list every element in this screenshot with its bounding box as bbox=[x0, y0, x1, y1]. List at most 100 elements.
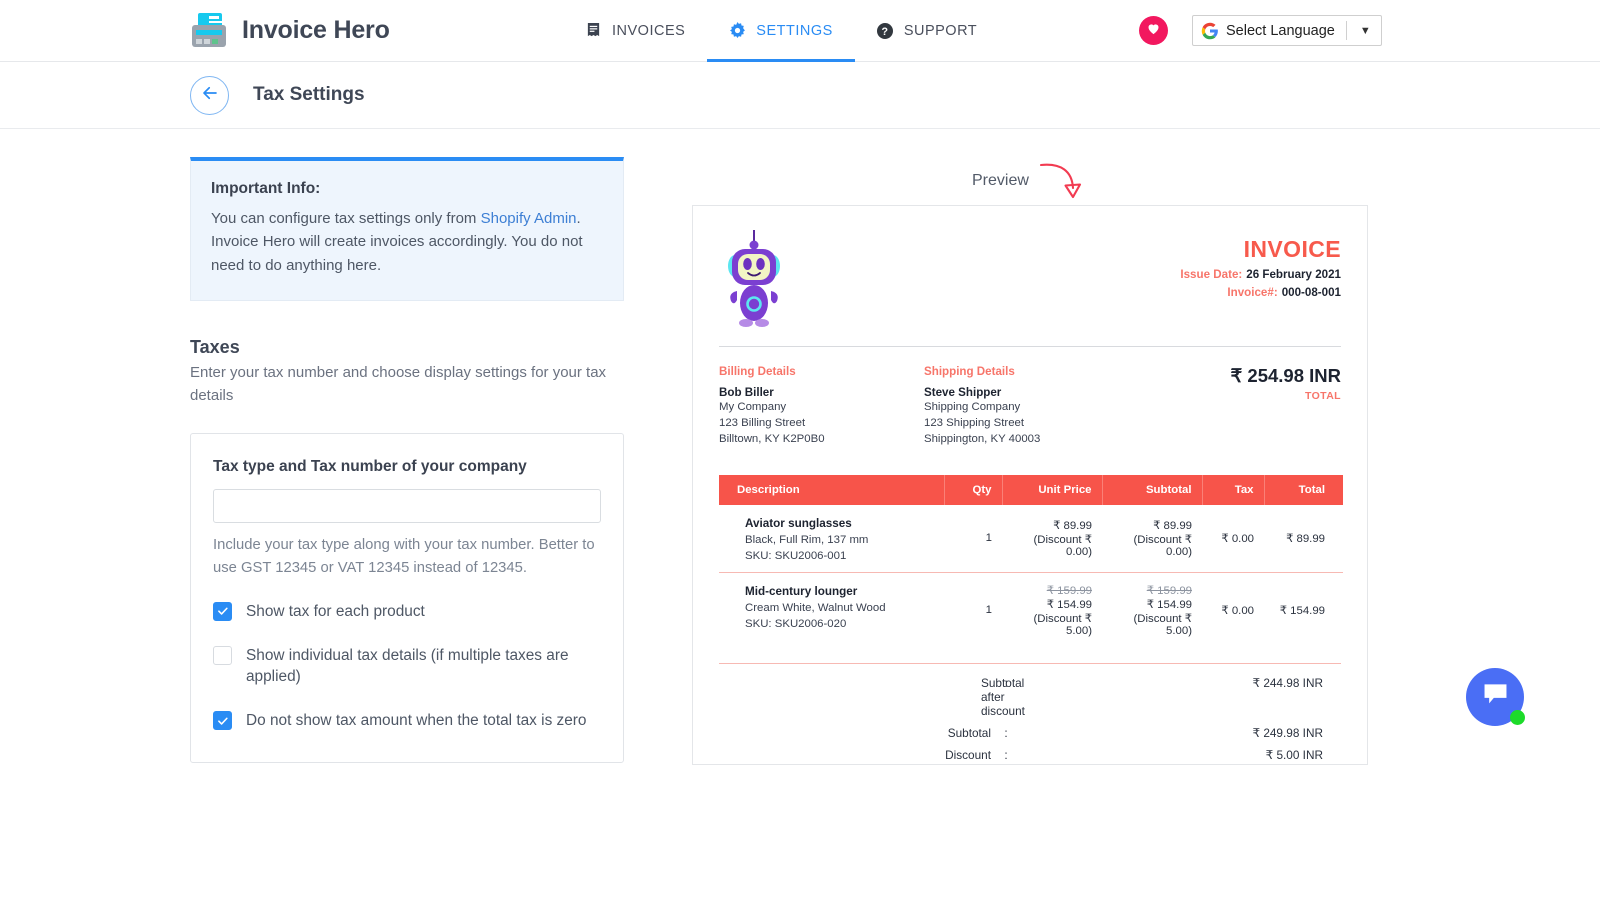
line-item-unit-price: ₹ 89.99 bbox=[1053, 520, 1092, 533]
shipping-city: Shippington, KY 40003 bbox=[924, 433, 1041, 446]
line-item-total: ₹ 154.99 bbox=[1264, 571, 1343, 647]
totals-label: Subtotal after discount bbox=[981, 675, 1025, 718]
line-item-subtotal-cell: ₹ 159.99 ₹ 154.99 (Discount ₹ 5.00) bbox=[1102, 571, 1202, 647]
issue-date-label: Issue Date: bbox=[1180, 268, 1243, 281]
line-items-table: Description Qty Unit Price Subtotal Tax … bbox=[719, 474, 1343, 647]
line-item-description: Mid-century lounger Cream White, Walnut … bbox=[719, 571, 944, 647]
line-item-tax: ₹ 0.00 bbox=[1202, 571, 1264, 647]
info-title: Important Info: bbox=[211, 180, 321, 197]
taxes-subheading: Enter your tax number and choose display… bbox=[190, 363, 607, 404]
invoice-preview-card: INVOICE Issue Date: 26 February 2021 Invo… bbox=[692, 205, 1368, 765]
receipt-icon bbox=[585, 22, 602, 39]
chat-widget-button[interactable] bbox=[1466, 668, 1525, 726]
language-selector[interactable]: Select Language ▼ bbox=[1192, 15, 1382, 46]
checkbox-row-show-tax-each-product[interactable]: Show tax for each product bbox=[213, 601, 601, 623]
chevron-down-icon[interactable]: ▼ bbox=[1354, 25, 1377, 37]
checkbox-label-show-tax-each-product: Show tax for each product bbox=[246, 602, 425, 620]
checkbox-row-show-individual-tax-details[interactable]: Show individual tax details (if multiple… bbox=[213, 645, 601, 689]
line-item-sku: SKU: SKU2006-020 bbox=[745, 617, 847, 630]
line-item-qty: 1 bbox=[944, 571, 1002, 647]
totals-colon: : bbox=[1004, 675, 1008, 690]
shipping-details: Shipping Details Steve Shipper Shipping … bbox=[924, 365, 1129, 448]
preview-column: Preview INVOICE Issue Date: 26 February … bbox=[692, 157, 1392, 765]
checkbox-label-show-individual-tax-details: Show individual tax details (if multiple… bbox=[246, 646, 569, 686]
line-item-subtotal-original: ₹ 159.99 bbox=[1146, 584, 1192, 597]
billing-street: 123 Billing Street bbox=[719, 417, 806, 430]
table-row: Mid-century lounger Cream White, Walnut … bbox=[719, 571, 1343, 647]
billing-details: Billing Details Bob Biller My Company 12… bbox=[719, 365, 924, 448]
line-item-subtotal-cell: ₹ 89.99 (Discount ₹ 0.00) bbox=[1102, 505, 1202, 573]
nav-label-support: SUPPORT bbox=[903, 22, 978, 39]
nav-item-settings[interactable]: SETTINGS bbox=[707, 0, 855, 62]
totals-value: ₹ 249.98 INR bbox=[1252, 725, 1323, 740]
checkbox-hide-zero-tax[interactable] bbox=[213, 711, 232, 731]
line-item-total: ₹ 89.99 bbox=[1286, 533, 1325, 546]
checkbox-show-individual-tax-details[interactable] bbox=[213, 645, 232, 665]
language-divider bbox=[1345, 21, 1347, 40]
line-item-unit-price-cell: ₹ 159.99 ₹ 154.99 (Discount ₹ 5.00) bbox=[1002, 571, 1102, 647]
google-logo-icon bbox=[1201, 22, 1219, 40]
invoice-number-row: Invoice#: 000-08-001 bbox=[1180, 286, 1341, 299]
invoice-meta: INVOICE Issue Date: 26 February 2021 Invo… bbox=[1180, 228, 1341, 299]
nav-item-invoices[interactable]: INVOICES bbox=[563, 0, 707, 62]
robot-mascot-icon bbox=[719, 228, 789, 328]
printer-icon bbox=[190, 12, 228, 49]
line-item-qty: 1 bbox=[985, 532, 992, 545]
brand-logo[interactable]: Invoice Hero bbox=[190, 12, 390, 49]
tax-number-input[interactable] bbox=[213, 489, 601, 524]
heart-icon bbox=[1146, 21, 1161, 41]
totals-colon: : bbox=[1004, 747, 1008, 762]
totals-label: Discount bbox=[945, 747, 991, 762]
nav-label-settings: SETTINGS bbox=[756, 22, 833, 39]
totals-row-subtotal: Subtotal : ₹ 249.98 INR bbox=[719, 726, 1341, 740]
checkbox-show-tax-each-product[interactable] bbox=[213, 601, 232, 621]
page-header: Tax Settings bbox=[0, 62, 1600, 129]
column-header-unit-price: Unit Price bbox=[1002, 474, 1103, 505]
gear-icon bbox=[729, 22, 746, 39]
column-header-tax: Tax bbox=[1202, 474, 1265, 505]
totals-label: Subtotal bbox=[947, 725, 991, 740]
line-item-unit-price: ₹ 154.99 bbox=[1046, 598, 1092, 611]
invoice-word: INVOICE bbox=[1243, 236, 1341, 262]
column-header-subtotal: Subtotal bbox=[1102, 474, 1203, 505]
arrow-left-icon bbox=[201, 84, 219, 107]
column-header-qty: Qty bbox=[944, 474, 1003, 505]
invoice-totals-section: Subtotal after discount : ₹ 244.98 INR S… bbox=[719, 662, 1341, 764]
shipping-heading: Shipping Details bbox=[924, 365, 1015, 378]
shipping-company: Shipping Company bbox=[924, 401, 1021, 413]
taxes-heading: Taxes bbox=[190, 336, 240, 357]
billing-company: My Company bbox=[719, 401, 787, 413]
invoice-divider bbox=[719, 346, 1341, 347]
info-body: You can configure tax settings only from… bbox=[211, 207, 603, 277]
line-item-tax: ₹ 0.00 bbox=[1221, 533, 1254, 546]
checkbox-row-hide-zero-tax[interactable]: Do not show tax amount when the total ta… bbox=[213, 710, 601, 732]
favorite-heart-button[interactable] bbox=[1139, 16, 1168, 45]
preview-header: Preview bbox=[692, 157, 1392, 205]
back-button[interactable] bbox=[190, 75, 229, 115]
column-header-description: Description bbox=[719, 474, 945, 505]
billing-city: Billtown, KY K2P0B0 bbox=[719, 433, 825, 446]
svg-text:?: ? bbox=[882, 26, 889, 38]
nav-item-support[interactable]: ? SUPPORT bbox=[855, 0, 999, 62]
totals-value: ₹ 244.98 INR bbox=[1252, 675, 1323, 690]
help-circle-icon: ? bbox=[877, 22, 894, 39]
main-nav: INVOICES SETTINGS ? SUPPORT bbox=[563, 0, 999, 62]
billing-heading: Billing Details bbox=[719, 365, 796, 378]
preview-label: Preview bbox=[972, 172, 1029, 189]
line-item-unit-discount: (Discount ₹ 0.00) bbox=[1033, 534, 1092, 559]
main-content: Important Info: You can configure tax se… bbox=[0, 129, 1600, 765]
invoice-number-value: 000-08-001 bbox=[1281, 286, 1341, 299]
table-header-row: Description Qty Unit Price Subtotal Tax … bbox=[719, 474, 1343, 505]
page-title: Tax Settings bbox=[253, 84, 365, 105]
line-item-subtotal: ₹ 154.99 bbox=[1146, 598, 1192, 611]
totals-row-discount: Discount : ₹ 5.00 INR bbox=[719, 748, 1341, 762]
totals-colon: : bbox=[1004, 725, 1008, 740]
tax-number-hint: Include your tax type along with your ta… bbox=[213, 537, 595, 576]
line-item-description: Aviator sunglasses Black, Full Rim, 137 … bbox=[719, 505, 944, 573]
settings-column: Important Info: You can configure tax se… bbox=[190, 157, 624, 765]
line-item-subtotal-discount: (Discount ₹ 0.00) bbox=[1133, 534, 1192, 559]
nav-label-invoices: INVOICES bbox=[612, 22, 686, 39]
line-item-variant: Cream White, Walnut Wood bbox=[745, 601, 886, 614]
invoice-issue-date-row: Issue Date: 26 February 2021 bbox=[1180, 268, 1341, 281]
shopify-admin-link[interactable]: Shopify Admin bbox=[481, 210, 577, 227]
